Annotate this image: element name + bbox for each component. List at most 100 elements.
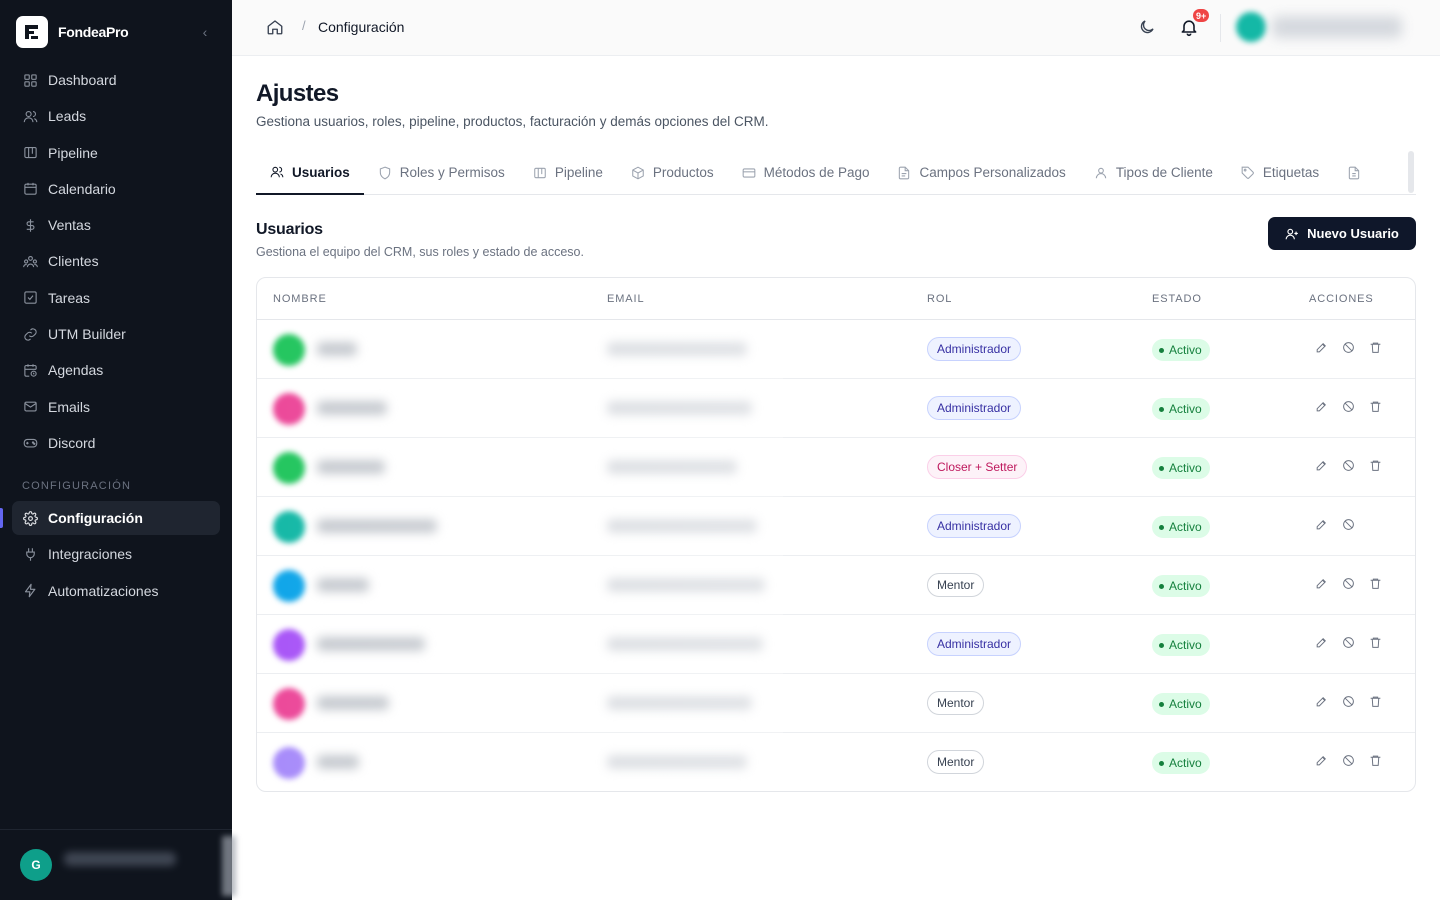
header-name[interactable]: NOMBRE xyxy=(273,293,327,305)
tabs-scrollbar[interactable] xyxy=(1408,151,1414,193)
status-label: Activo xyxy=(1169,520,1202,534)
sidebar-config-nav: Configuración Integraciones Automatizacion… xyxy=(12,501,220,610)
home-icon[interactable] xyxy=(266,18,284,36)
sidebar-item-pipeline[interactable]: Pipeline xyxy=(12,136,220,170)
trash-icon[interactable] xyxy=(1369,695,1384,710)
pencil-icon[interactable] xyxy=(1315,636,1330,651)
sidebar-item-ventas[interactable]: Ventas xyxy=(12,208,220,242)
tab-more[interactable] xyxy=(1333,151,1383,194)
trash-icon[interactable] xyxy=(1369,341,1384,356)
user-name-blurred xyxy=(317,578,369,592)
sidebar-item-discord[interactable]: Discord xyxy=(12,426,220,460)
status-badge: Activo xyxy=(1152,634,1210,656)
pencil-icon[interactable] xyxy=(1315,695,1330,710)
tab-productos[interactable]: Productos xyxy=(617,151,728,194)
sidebar-item-tareas[interactable]: Tareas xyxy=(12,281,220,315)
file-icon xyxy=(897,166,911,180)
sidebar-scrollbar[interactable] xyxy=(222,836,236,896)
table-header: NOMBRE EMAIL ROL ESTADO ACCIONES xyxy=(257,278,1415,320)
table-row: Administrador Activo xyxy=(257,320,1415,379)
settings-tabs: Usuarios Roles y Permisos Pipeline Producto… xyxy=(256,151,1416,195)
header-status[interactable]: ESTADO xyxy=(1152,293,1202,305)
ban-icon[interactable] xyxy=(1342,695,1357,710)
collapse-sidebar-button[interactable]: ‹ xyxy=(196,22,214,42)
status-badge: Activo xyxy=(1152,693,1210,715)
pencil-icon[interactable] xyxy=(1315,518,1330,533)
table-row: Closer + Setter Activo xyxy=(257,438,1415,497)
trash-icon[interactable] xyxy=(1369,577,1384,592)
header-email[interactable]: EMAIL xyxy=(607,293,645,305)
user-avatar-blurred xyxy=(273,570,305,602)
new-user-button[interactable]: Nuevo Usuario xyxy=(1268,217,1416,250)
tab-etiquetas[interactable]: Etiquetas xyxy=(1227,151,1333,194)
trash-icon[interactable] xyxy=(1369,754,1384,769)
user-email-blurred xyxy=(607,342,747,356)
table-row: Administrador Activo xyxy=(257,379,1415,438)
sidebar-item-configuracion[interactable]: Configuración xyxy=(12,501,220,535)
trash-icon[interactable] xyxy=(1369,636,1384,651)
sidebar-item-label: Tareas xyxy=(48,289,91,306)
ban-icon[interactable] xyxy=(1342,341,1357,356)
moon-icon[interactable] xyxy=(1138,18,1156,36)
sidebar-item-clientes[interactable]: Clientes xyxy=(12,244,220,278)
user-email-blurred xyxy=(607,696,752,710)
sidebar-item-calendario[interactable]: Calendario xyxy=(12,172,220,206)
tab-roles-y-permisos[interactable]: Roles y Permisos xyxy=(364,151,519,194)
user-email-blurred xyxy=(607,519,757,533)
sidebar-item-integraciones[interactable]: Integraciones xyxy=(12,537,220,571)
sidebar-section-label: CONFIGURACIÓN xyxy=(22,480,132,492)
tab-label: Métodos de Pago xyxy=(763,165,870,180)
user-name-blurred xyxy=(317,696,389,710)
user-avatar[interactable]: G xyxy=(20,849,52,881)
sidebar-item-label: Configuración xyxy=(48,510,143,526)
brand[interactable]: FondeaPro xyxy=(16,16,129,48)
box-icon xyxy=(631,166,645,180)
notification-badge: 9+ xyxy=(1192,8,1211,23)
table-row: Administrador Activo xyxy=(257,615,1415,674)
ban-icon[interactable] xyxy=(1342,459,1357,474)
document-icon xyxy=(1347,166,1361,180)
pencil-icon[interactable] xyxy=(1315,459,1330,474)
ban-icon[interactable] xyxy=(1342,577,1357,592)
table-row: Mentor Activo xyxy=(257,674,1415,733)
tab-label: Roles y Permisos xyxy=(399,165,505,180)
link-icon xyxy=(22,326,38,342)
tab-tipos-de-cliente[interactable]: Tipos de Cliente xyxy=(1080,151,1227,194)
tab-label: Campos Personalizados xyxy=(919,165,1066,180)
tab-usuarios[interactable]: Usuarios xyxy=(256,151,364,195)
sidebar-nav: Dashboard Leads Pipeline Calendario Ventas Cl… xyxy=(12,63,220,462)
user-icon xyxy=(1094,166,1108,180)
tab-label: Etiquetas xyxy=(1262,165,1320,180)
page-subtitle: Gestiona usuarios, roles, pipeline, prod… xyxy=(256,114,769,129)
profile-name-blurred[interactable] xyxy=(1272,16,1402,38)
sidebar-item-label: Discord xyxy=(48,434,96,451)
trash-icon[interactable] xyxy=(1369,459,1384,474)
pencil-icon[interactable] xyxy=(1315,341,1330,356)
sidebar-item-dashboard[interactable]: Dashboard xyxy=(12,63,220,97)
sidebar-item-utm-builder[interactable]: UTM Builder xyxy=(12,317,220,351)
mail-icon xyxy=(22,399,38,415)
ban-icon[interactable] xyxy=(1342,518,1357,533)
pencil-icon[interactable] xyxy=(1315,400,1330,415)
status-badge: Activo xyxy=(1152,398,1210,420)
user-avatar-blurred xyxy=(273,511,305,543)
sidebar-item-leads[interactable]: Leads xyxy=(12,99,220,133)
pencil-icon[interactable] xyxy=(1315,754,1330,769)
user-avatar-blurred xyxy=(273,452,305,484)
tab-campos-personalizados[interactable]: Campos Personalizados xyxy=(883,151,1079,194)
ban-icon[interactable] xyxy=(1342,400,1357,415)
profile-avatar[interactable] xyxy=(1236,12,1266,42)
tab-metodos-de-pago[interactable]: Métodos de Pago xyxy=(728,151,884,194)
sidebar-item-agendas[interactable]: Agendas xyxy=(12,353,220,387)
tab-pipeline[interactable]: Pipeline xyxy=(519,151,617,194)
topbar-divider xyxy=(1220,14,1221,42)
status-dot xyxy=(1159,347,1164,353)
sidebar-item-automatizaciones[interactable]: Automatizaciones xyxy=(12,574,220,608)
trash-icon[interactable] xyxy=(1369,400,1384,415)
sidebar-item-emails[interactable]: Emails xyxy=(12,390,220,424)
pencil-icon[interactable] xyxy=(1315,577,1330,592)
ban-icon[interactable] xyxy=(1342,636,1357,651)
status-label: Activo xyxy=(1169,756,1202,770)
header-role[interactable]: ROL xyxy=(927,293,952,305)
ban-icon[interactable] xyxy=(1342,754,1357,769)
